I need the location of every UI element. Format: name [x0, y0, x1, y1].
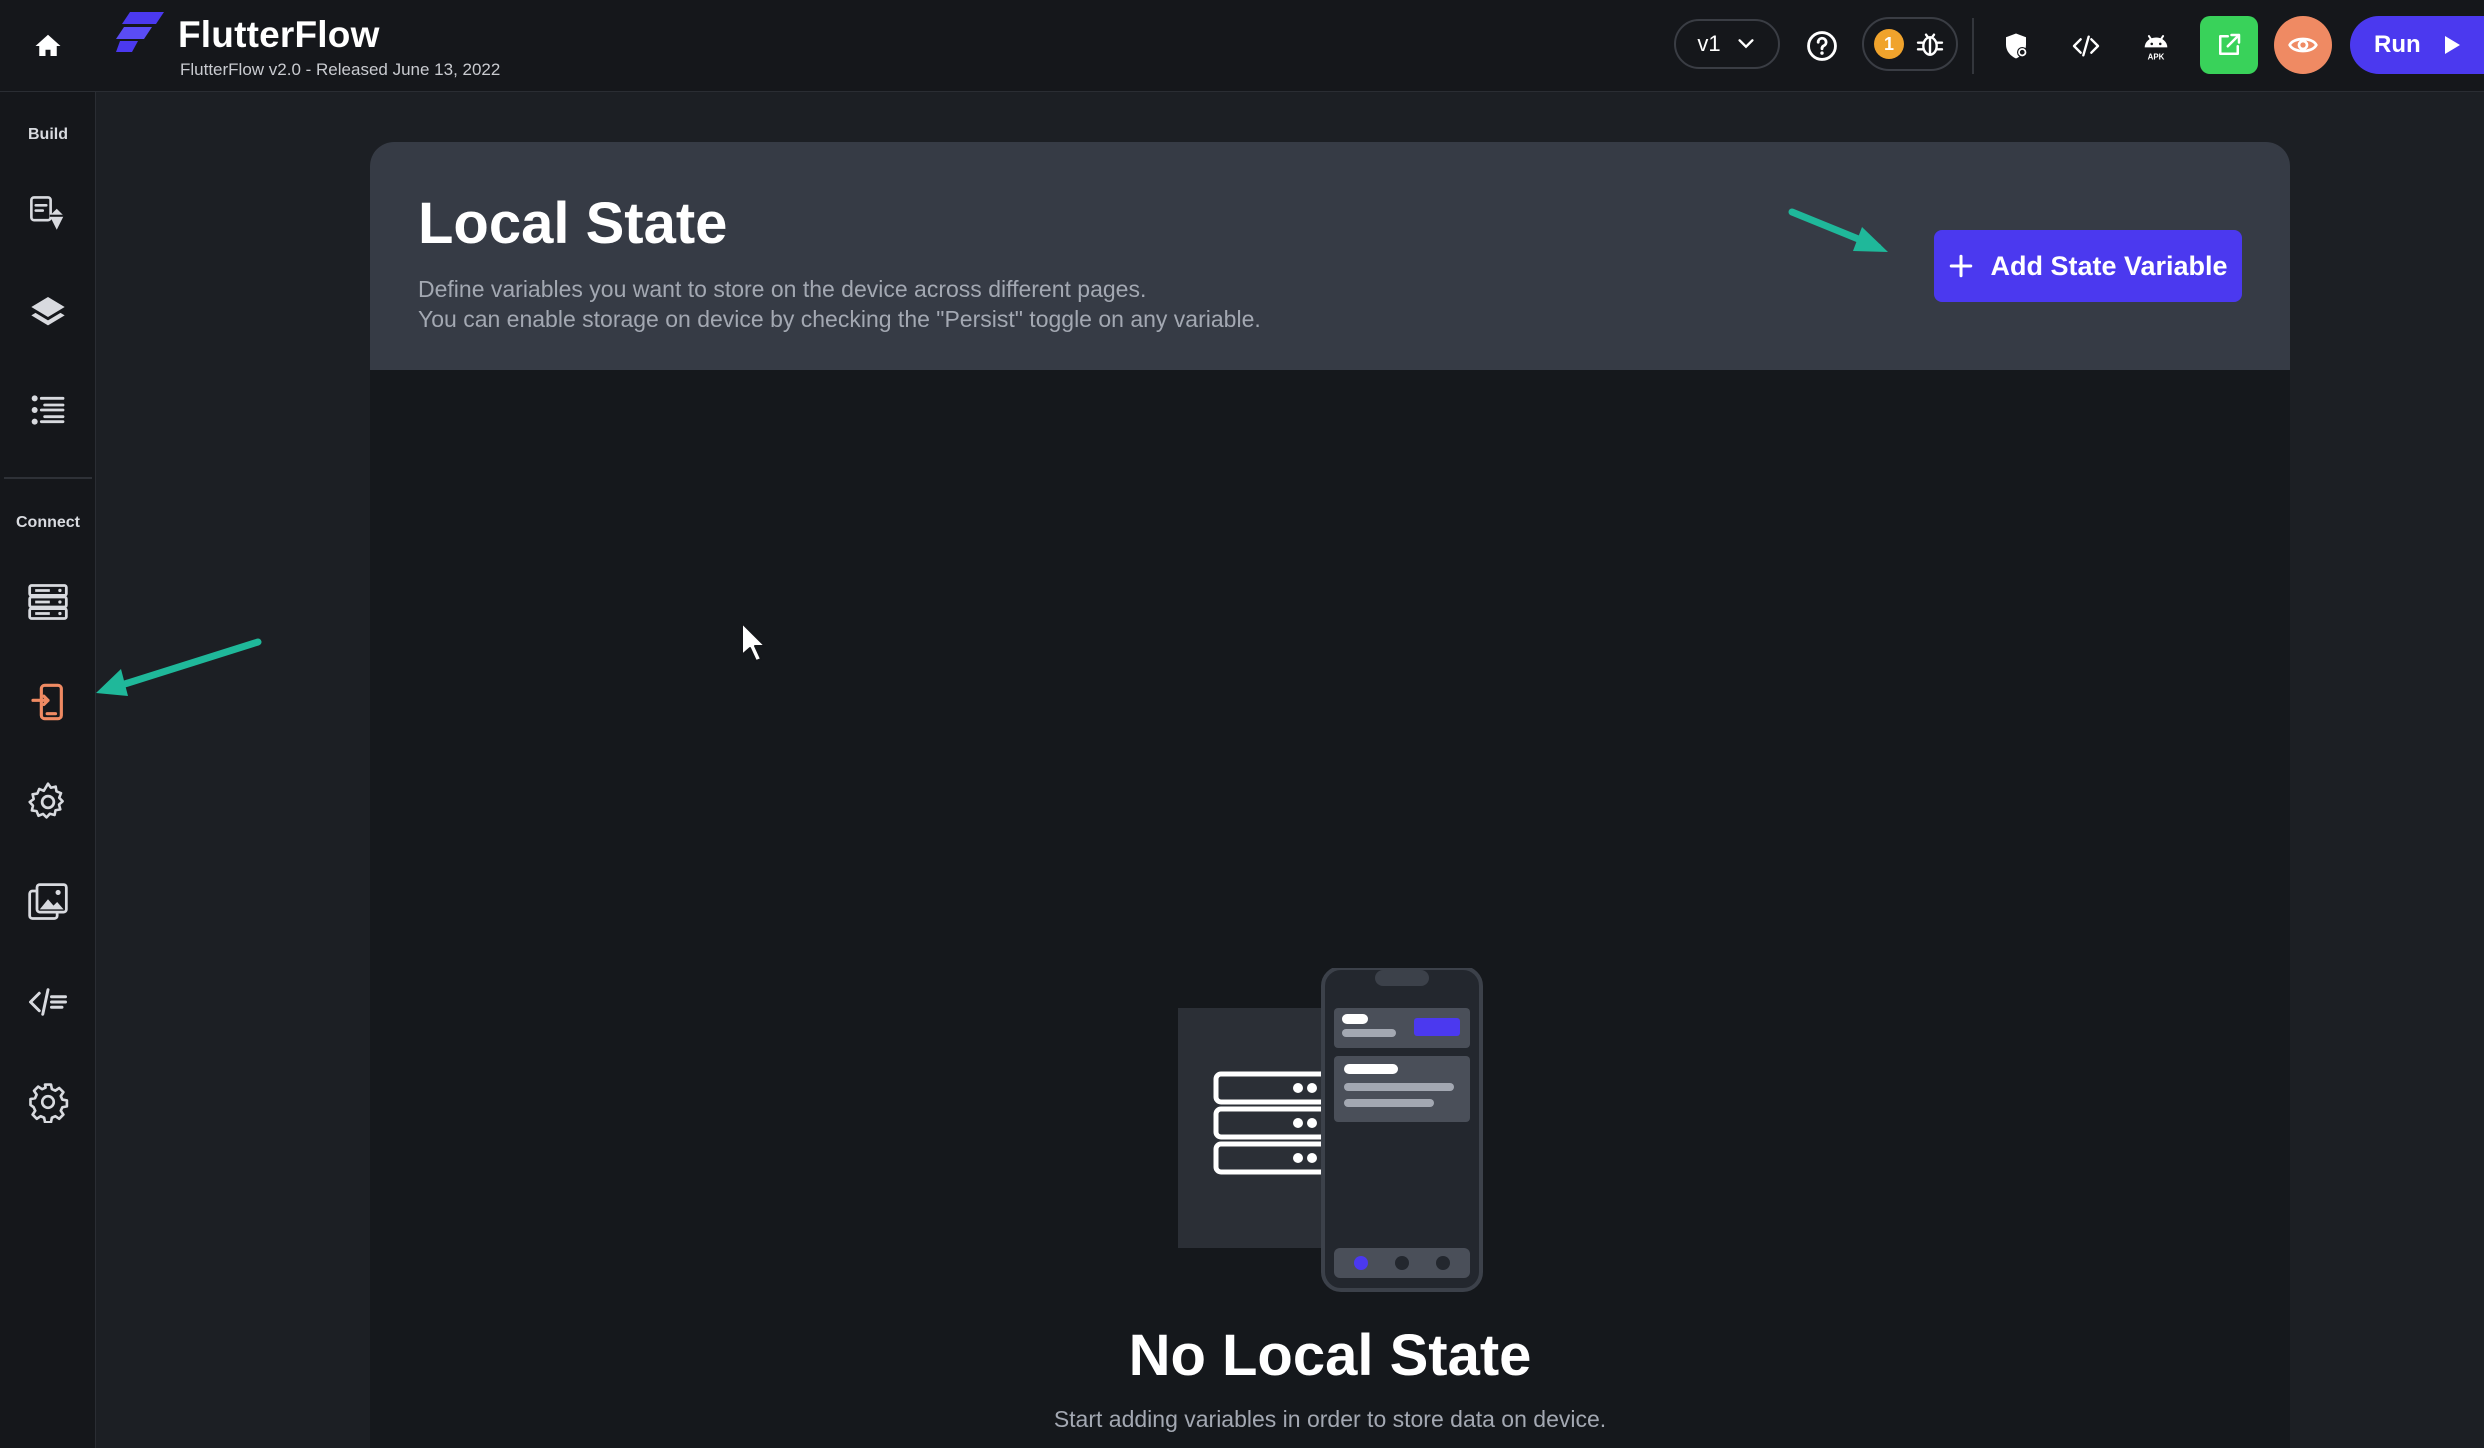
run-label: Run	[2374, 31, 2421, 58]
chevron-down-icon	[1738, 39, 1754, 49]
media-assets-icon	[28, 883, 68, 920]
app-name: FlutterFlow	[178, 14, 380, 55]
sidebar-item-widget-palette[interactable]	[22, 188, 74, 240]
code-icon	[2072, 35, 2100, 57]
empty-state-title: No Local State	[1128, 1323, 1532, 1388]
sidebar-item-custom-code[interactable]	[22, 976, 74, 1028]
layers-icon	[31, 297, 65, 326]
settings-icon	[29, 1083, 69, 1123]
view-code-button[interactable]	[2058, 18, 2114, 74]
android-apk-icon: APK	[2144, 35, 2168, 61]
widget-palette-icon	[30, 196, 64, 230]
sidebar-item-api-calls[interactable]	[22, 776, 74, 828]
sidebar-item-media-assets[interactable]	[22, 876, 74, 928]
flutterflow-app: FlutterFlow FlutterFlow v2.0 - Released …	[0, 0, 2484, 1448]
preview-button[interactable]	[2274, 16, 2332, 74]
sidebar-item-layers[interactable]	[22, 286, 74, 338]
shield-icon	[2006, 33, 2028, 59]
svg-text:APK: APK	[2148, 52, 2165, 61]
sidebar-item-settings[interactable]	[22, 1076, 74, 1128]
help-icon	[1807, 31, 1837, 61]
add-state-variable-button[interactable]: Add State Variable	[1934, 230, 2242, 302]
description-line: Define variables you want to store on th…	[418, 276, 1147, 302]
sidebar-divider	[4, 477, 92, 479]
permissions-button[interactable]	[1988, 18, 2044, 74]
page-title: Local State	[418, 191, 728, 256]
local-state-icon	[31, 683, 63, 721]
storyboard-list-icon	[31, 395, 65, 425]
download-apk-button[interactable]: APK	[2128, 18, 2184, 74]
page-description: Define variables you want to store on th…	[418, 274, 1261, 334]
description-line: You can enable storage on device by chec…	[418, 306, 1261, 332]
connect-section-label: Connect	[16, 514, 80, 531]
version-label: v1	[1697, 31, 1721, 56]
add-state-variable-label: Add State Variable	[1990, 250, 2228, 281]
home-button[interactable]	[0, 0, 96, 92]
firestore-icon	[28, 584, 68, 620]
left-sidebar: Build Connect	[0, 92, 96, 1448]
empty-state-subtitle: Start adding variables in order to store…	[1053, 1406, 1607, 1432]
flutterflow-logo	[116, 12, 164, 52]
panel-header: Local State Define variables you want to…	[370, 142, 2290, 370]
toolbar-divider	[1972, 18, 1974, 74]
issues-count-badge: 1	[1874, 29, 1904, 59]
play-icon	[2444, 36, 2460, 54]
release-info: FlutterFlow v2.0 - Released June 13, 202…	[180, 60, 501, 79]
custom-code-icon	[29, 988, 67, 1016]
issues-button[interactable]: 1	[1862, 17, 1958, 71]
sidebar-item-firestore[interactable]	[22, 576, 74, 628]
build-section-label: Build	[28, 126, 68, 143]
sidebar-item-storyboard[interactable]	[22, 384, 74, 436]
eye-icon	[2288, 37, 2318, 53]
share-button[interactable]	[2200, 16, 2258, 74]
run-button[interactable]: Run	[2350, 16, 2484, 74]
bug-icon	[1916, 33, 1944, 56]
home-icon	[35, 34, 61, 56]
api-calls-icon	[28, 782, 64, 819]
top-bar: FlutterFlow FlutterFlow v2.0 - Released …	[0, 0, 2484, 92]
plus-icon	[1950, 254, 1973, 278]
share-icon	[2219, 33, 2241, 55]
version-dropdown[interactable]: v1	[1674, 19, 1780, 69]
annotation-arrow-icon	[96, 638, 262, 696]
local-state-panel: Local State Define variables you want to…	[370, 142, 2290, 1448]
help-button[interactable]	[1794, 18, 1850, 74]
sidebar-item-local-state[interactable]	[22, 676, 74, 728]
